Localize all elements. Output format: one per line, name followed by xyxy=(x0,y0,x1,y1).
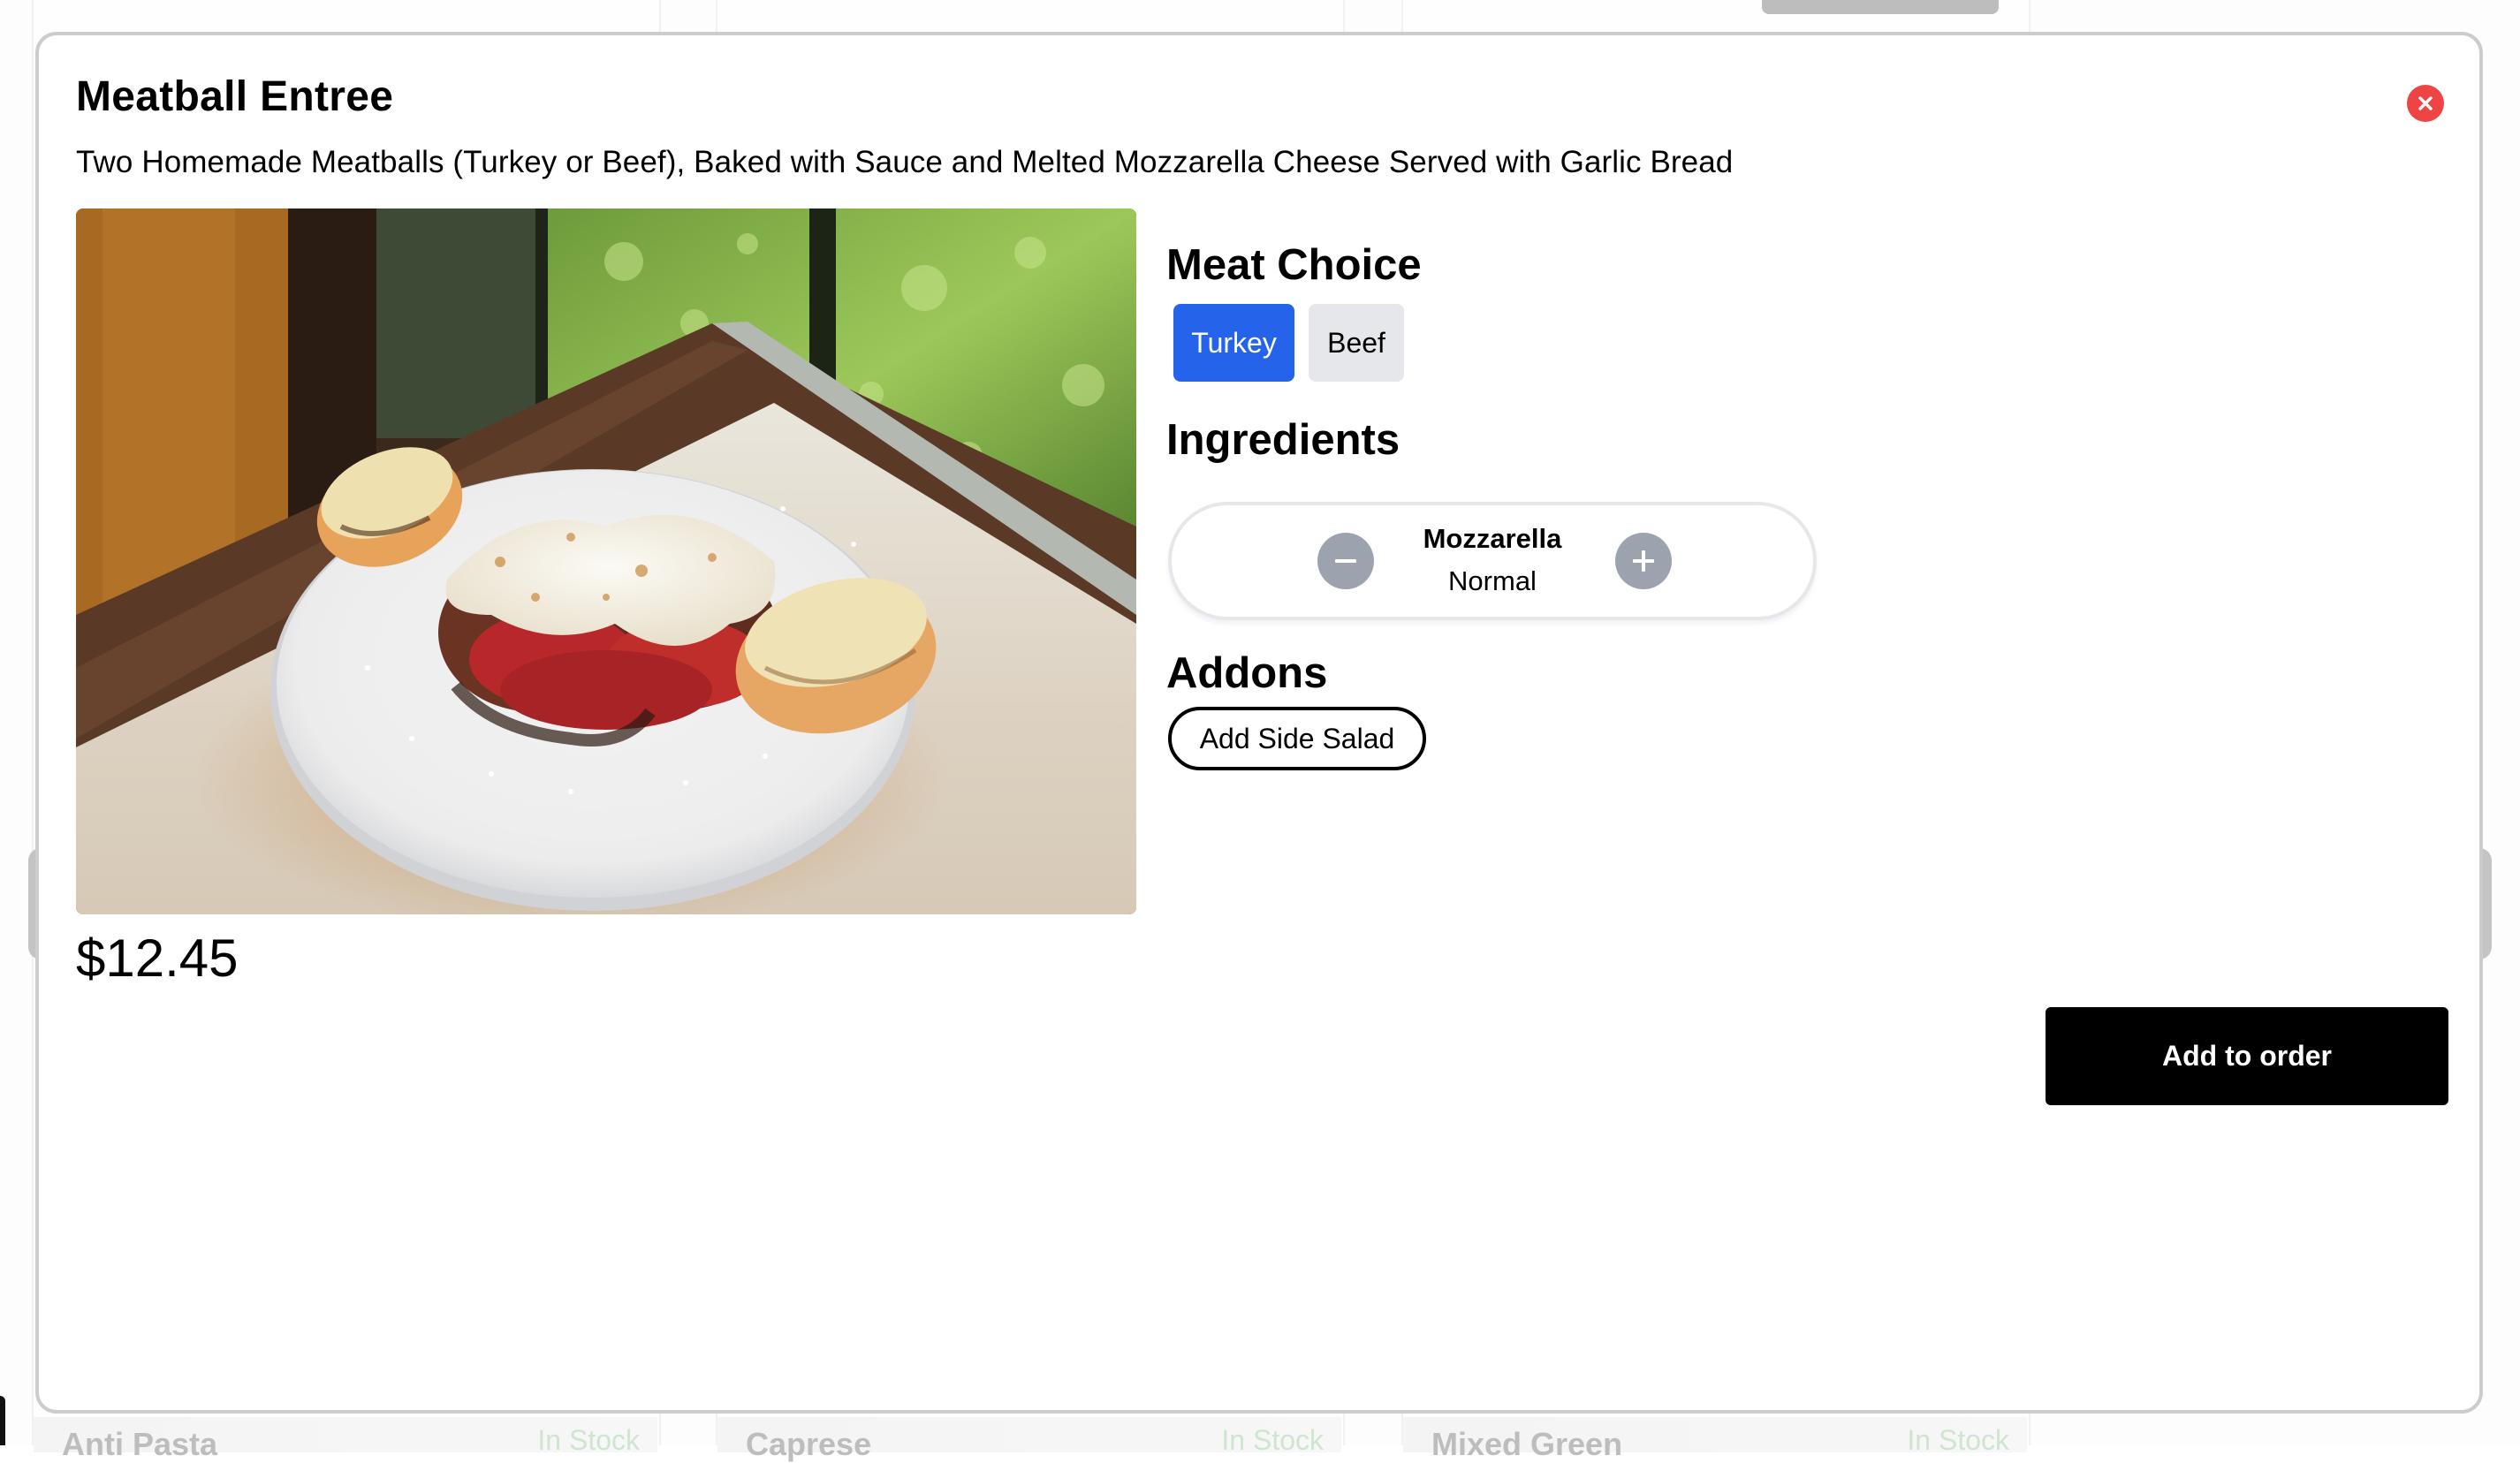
background-menu-card: Anti Pasta In Stock xyxy=(34,1417,657,1462)
meat-choice-group: Turkey Beef xyxy=(1173,304,1404,382)
meat-choice-beef[interactable]: Beef xyxy=(1309,304,1404,382)
menu-card-stock-status: In Stock xyxy=(537,1424,640,1456)
meat-choice-title: Meat Choice xyxy=(1166,241,1422,289)
item-detail-modal: Meatball Entree Two Homemade Meatballs (… xyxy=(35,32,2483,1414)
close-button[interactable] xyxy=(2407,85,2444,122)
ingredient-name: Mozzarella xyxy=(1423,523,1562,554)
add-to-order-button[interactable]: Add to order xyxy=(2046,1007,2448,1105)
menu-card-stock-status: In Stock xyxy=(1221,1424,1324,1456)
meat-choice-turkey[interactable]: Turkey xyxy=(1173,304,1294,382)
modal-title: Meatball Entree xyxy=(76,73,394,120)
background-menu-card: Mixed Green In Stock xyxy=(1403,1417,2027,1462)
background-button xyxy=(1762,0,1999,14)
background-edge xyxy=(0,1396,5,1445)
menu-card-stock-status: In Stock xyxy=(1907,1424,2009,1456)
addons-title: Addons xyxy=(1166,649,1328,697)
background-menu-card: Caprese In Stock xyxy=(717,1417,1341,1462)
ingredient-level: Normal xyxy=(1448,565,1537,596)
plus-icon xyxy=(1633,550,1654,572)
increase-ingredient-button[interactable] xyxy=(1615,533,1672,589)
menu-card-name: Caprese xyxy=(746,1426,872,1462)
close-circle-icon xyxy=(2418,96,2433,110)
item-description: Two Homemade Meatballs (Turkey or Beef),… xyxy=(76,145,1734,179)
menu-card-name: Anti Pasta xyxy=(62,1426,218,1462)
addon-side-salad-button[interactable]: Add Side Salad xyxy=(1168,707,1426,770)
ingredient-stepper: Mozzarella Normal xyxy=(1168,502,1817,620)
item-price: $12.45 xyxy=(76,929,239,988)
item-photo xyxy=(76,208,1136,914)
menu-card-name: Mixed Green xyxy=(1431,1426,1623,1462)
ingredients-title: Ingredients xyxy=(1166,416,1400,464)
